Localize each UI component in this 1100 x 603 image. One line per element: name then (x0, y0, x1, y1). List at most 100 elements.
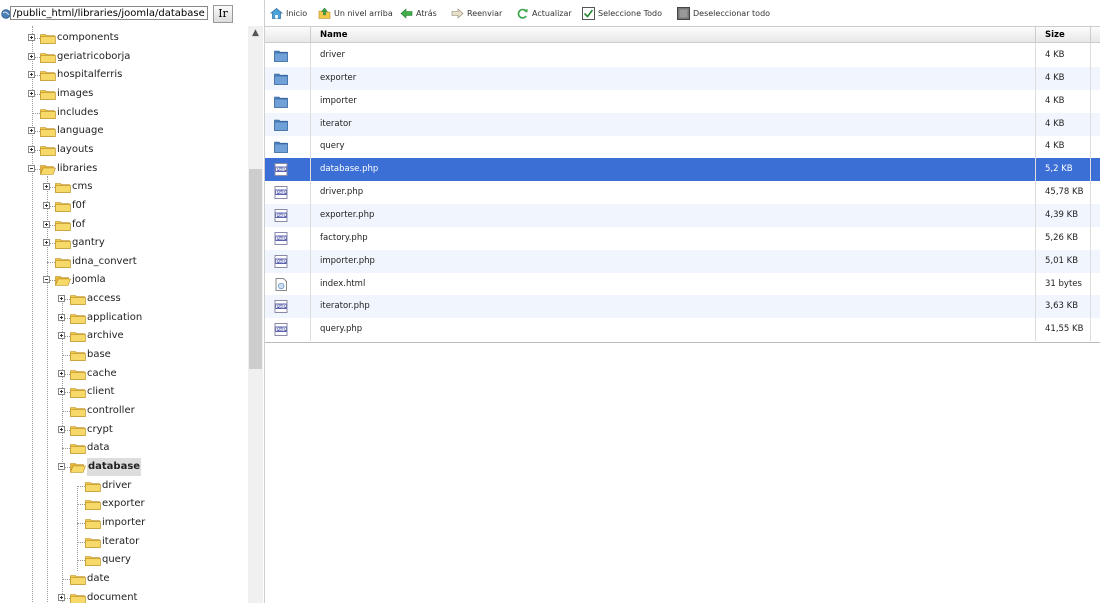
tree-scrollbar[interactable]: ▲ (248, 26, 263, 603)
expand-icon[interactable] (58, 313, 65, 321)
table-row[interactable]: PHP exporter.php 4,39 KB (265, 203, 1100, 227)
tree-item-label: gantry (72, 237, 105, 249)
table-row[interactable]: index.html 31 bytes (265, 273, 1100, 296)
tree-item-crypt[interactable]: crypt (0, 421, 248, 439)
tree-item-images[interactable]: images (0, 85, 248, 103)
tree-item-language[interactable]: language (0, 122, 248, 140)
tree-item-client[interactable]: client (0, 383, 248, 401)
tree-item-cms[interactable]: cms (0, 178, 248, 196)
file-name: query (320, 141, 345, 152)
scrollbar-thumb[interactable] (249, 169, 262, 369)
tree-item-label: access (87, 293, 121, 305)
expand-icon[interactable] (43, 183, 50, 191)
tree-item-database[interactable]: database (0, 457, 248, 476)
toolbar-un-nivel-arriba-button[interactable]: Un nivel arriba (318, 0, 393, 26)
expand-icon[interactable] (58, 295, 65, 303)
folder-icon (70, 387, 86, 399)
tree-item-fof[interactable]: fof (0, 216, 248, 234)
up-level-icon (318, 7, 331, 20)
tree-item-iterator[interactable]: iterator (0, 533, 248, 551)
table-row[interactable]: PHP importer.php 5,01 KB (265, 249, 1100, 273)
tree-item-archive[interactable]: archive (0, 327, 248, 345)
tree-item-controller[interactable]: controller (0, 402, 248, 420)
expand-icon[interactable] (58, 425, 65, 433)
tree-item-access[interactable]: access (0, 290, 248, 308)
tree-item-label: archive (87, 330, 124, 342)
tree-item-query[interactable]: query (0, 551, 248, 569)
toolbar-reenviar-button[interactable]: Reenviar (451, 0, 502, 26)
table-row[interactable]: driver 4 KB (265, 44, 1100, 67)
expand-icon[interactable] (43, 239, 50, 247)
table-row[interactable]: PHP iterator.php 3,63 KB (265, 295, 1100, 319)
expand-icon[interactable] (28, 145, 35, 153)
tree-item-data[interactable]: data (0, 439, 248, 457)
collapse-icon[interactable] (43, 276, 50, 284)
path-input[interactable] (10, 6, 208, 20)
expand-icon[interactable] (28, 34, 35, 41)
tree-item-label: components (57, 32, 119, 43)
tree-item-f0f[interactable]: f0f (0, 197, 248, 215)
table-row[interactable]: PHP query.php 41,55 KB (265, 318, 1100, 341)
folder-icon (55, 182, 71, 193)
toolbar-actualizar-button[interactable]: Actualizar (516, 0, 572, 26)
tree-item-idna-convert[interactable]: idna_convert (0, 253, 248, 271)
folder-icon (55, 257, 71, 268)
expand-icon[interactable] (28, 52, 35, 60)
toolbar-seleccione-todo-button[interactable]: Seleccione Todo (582, 0, 662, 26)
folder-icon (274, 140, 288, 154)
expand-icon[interactable] (28, 127, 35, 135)
tree-item-exporter[interactable]: exporter (0, 495, 248, 513)
collapse-icon[interactable] (58, 462, 65, 470)
tree-item-cache[interactable]: cache (0, 365, 248, 383)
table-row[interactable]: exporter 4 KB (265, 66, 1100, 90)
expand-icon[interactable] (58, 388, 65, 396)
checkbox-checked-icon (582, 6, 595, 20)
folder-icon (40, 52, 56, 63)
expand-icon[interactable] (58, 593, 65, 601)
table-row[interactable]: iterator 4 KB (265, 112, 1100, 136)
expand-icon[interactable] (28, 71, 35, 79)
tree-item-label: hospitalferris (57, 69, 123, 81)
expand-icon[interactable] (43, 201, 50, 209)
tree-item-geriatricoborja[interactable]: geriatricoborja (0, 48, 248, 66)
folder-icon (70, 313, 86, 324)
tree-item-date[interactable]: date (0, 570, 248, 588)
tree-item-hospitalferris[interactable]: hospitalferris (0, 66, 248, 84)
tree-item-libraries[interactable]: libraries (0, 160, 248, 178)
folder-open-icon (40, 164, 56, 175)
go-button[interactable]: Ir (213, 5, 233, 23)
toolbar-inicio-button[interactable]: Inicio (270, 0, 307, 26)
tree-item-components[interactable]: components (0, 29, 248, 47)
table-row[interactable]: PHP driver.php 45,78 KB (265, 181, 1100, 204)
table-row[interactable]: importer 4 KB (265, 90, 1100, 113)
tree-item-gantry[interactable]: gantry (0, 234, 248, 252)
expand-icon[interactable] (28, 89, 35, 97)
tree-item-label: f0f (72, 199, 86, 211)
tree-item-application[interactable]: application (0, 309, 248, 327)
file-size: 5,2 KB (1045, 164, 1073, 175)
expand-icon[interactable] (58, 332, 65, 340)
table-row[interactable]: query 4 KB (265, 135, 1100, 158)
php-file-icon: PHP (274, 300, 288, 314)
tree-item-layouts[interactable]: layouts (0, 141, 248, 159)
tree-item-label: cache (87, 367, 117, 379)
tree-item-includes[interactable]: includes (0, 104, 248, 122)
size-column-header[interactable]: Size (1035, 27, 1090, 43)
collapse-icon[interactable] (28, 164, 35, 172)
tree-item-driver[interactable]: driver (0, 477, 248, 495)
table-row[interactable]: PHP database.php 5,2 KB (265, 158, 1100, 182)
table-row[interactable]: PHP factory.php 5,26 KB (265, 227, 1100, 250)
scroll-up-icon[interactable]: ▲ (248, 26, 263, 41)
expand-icon[interactable] (43, 220, 50, 228)
folder-open-icon (55, 275, 71, 287)
toolbar-atr-s-button[interactable]: Atrás (400, 0, 437, 26)
tree-item-joomla[interactable]: joomla (0, 271, 248, 289)
tree-item-document[interactable]: document (0, 589, 248, 603)
toolbar-deseleccionar-todo-button[interactable]: Deseleccionar todo (677, 0, 770, 26)
expand-icon[interactable] (58, 369, 65, 377)
file-size: 4 KB (1045, 95, 1065, 106)
name-column-header[interactable]: Name (310, 27, 1035, 43)
tree-item-importer[interactable]: importer (0, 514, 248, 532)
tree-item-base[interactable]: base (0, 346, 248, 364)
folder-icon (40, 70, 56, 82)
